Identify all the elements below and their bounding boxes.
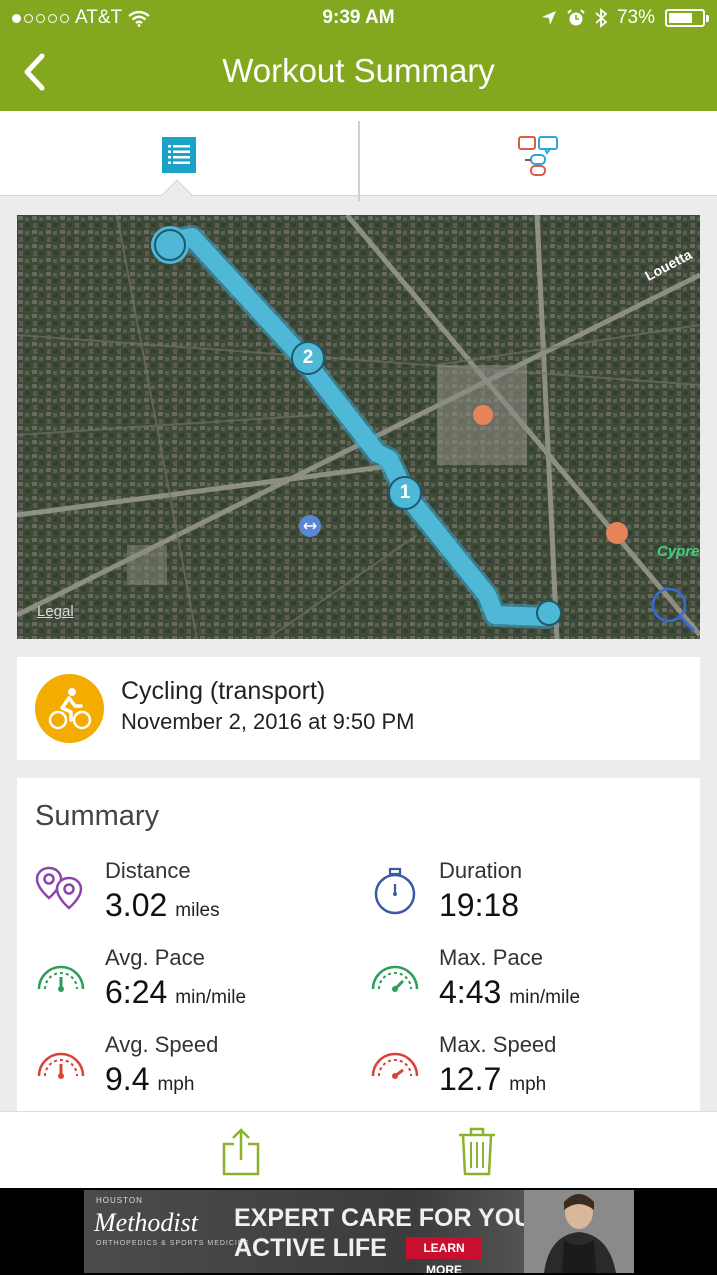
ad-headline-1: EXPERT CARE FOR YOUR (234, 1204, 551, 1232)
gauge-icon (371, 965, 419, 992)
metric-duration: Duration 19:18 (369, 858, 689, 938)
location-arrow-icon (541, 11, 556, 25)
page-title: Workout Summary (222, 52, 495, 89)
stopwatch-icon (374, 867, 416, 915)
status-bar: AT&T 9:39 AM 73% (0, 0, 717, 36)
location-pins-icon (35, 866, 83, 910)
ad-brand-top: HOUSTON (96, 1196, 143, 1205)
activity-title: Cycling (transport) (121, 677, 326, 705)
ad-brand-logo: Methodist (94, 1208, 198, 1237)
speedometer-icon (371, 1052, 419, 1079)
summary-title: Summary (35, 800, 160, 832)
chat-bubbles-icon (518, 136, 558, 176)
activity-date: November 2, 2016 at 9:50 PM (121, 709, 415, 734)
share-icon[interactable] (221, 1126, 261, 1176)
alarm-icon (567, 9, 585, 26)
metric-label: Max. Speed (439, 1032, 557, 1057)
map-canvas (17, 215, 700, 639)
battery-percent: 73% (616, 7, 655, 28)
list-icon (162, 137, 196, 173)
bottom-toolbar (0, 1111, 717, 1188)
metric-max-pace: Max. Pace 4:43 min/mile (369, 945, 689, 1025)
metric-label: Avg. Speed (105, 1032, 219, 1057)
ad-headline-2: ACTIVE LIFE (234, 1234, 387, 1262)
route-start-marker[interactable] (154, 229, 186, 261)
route-end-marker[interactable] (536, 600, 562, 626)
activity-card: Cycling (transport) November 2, 2016 at … (17, 657, 700, 760)
bluetooth-icon (595, 8, 607, 28)
gauge-icon (37, 965, 85, 992)
metric-value: 12.7 mph (439, 1061, 547, 1097)
metric-avg-speed: Avg. Speed 9.4 mph (35, 1032, 355, 1112)
status-right: 73% (541, 7, 709, 29)
metric-distance: Distance 3.02 miles (35, 858, 355, 938)
mile-marker-2[interactable]: 2 (291, 341, 325, 375)
ad-learn-more-button[interactable]: LEARN MORE (406, 1237, 482, 1273)
battery-icon (665, 9, 709, 27)
speedometer-icon (37, 1052, 85, 1079)
map-legal-link[interactable]: Legal (37, 603, 74, 620)
mile-marker-1[interactable]: 1 (388, 476, 422, 510)
metric-label: Avg. Pace (105, 945, 205, 970)
route-map[interactable]: Louetta Cypre ark 2 1 Legal (17, 215, 700, 639)
metric-avg-pace: Avg. Pace 6:24 min/mile (35, 945, 355, 1025)
trash-icon[interactable] (457, 1126, 497, 1176)
ad-banner[interactable]: HOUSTON Methodist ORTHOPEDICS & SPORTS M… (84, 1190, 634, 1273)
metric-label: Max. Pace (439, 945, 543, 970)
tab-social[interactable] (359, 111, 717, 195)
metric-value: 19:18 (439, 887, 520, 923)
metric-value: 4:43 min/mile (439, 974, 581, 1010)
ad-athlete-image (524, 1190, 634, 1273)
metric-label: Duration (439, 858, 523, 883)
metric-value: 3.02 miles (105, 887, 220, 923)
metric-value: 9.4 mph (105, 1061, 195, 1097)
metric-label: Distance (105, 858, 191, 883)
metric-value: 6:24 min/mile (105, 974, 247, 1010)
ad-brand-subtitle: ORTHOPEDICS & SPORTS MEDICINE (96, 1240, 250, 1247)
tab-bar (0, 111, 717, 211)
summary-card: Summary Distance 3.02 miles Duration 19:1… (17, 778, 700, 1118)
metric-max-speed: Max. Speed 12.7 mph (369, 1032, 689, 1112)
bicycle-icon (35, 674, 104, 743)
area-label-cypress: Cypre (657, 543, 700, 560)
top-bar: AT&T 9:39 AM 73% Workout Summary (0, 0, 717, 111)
